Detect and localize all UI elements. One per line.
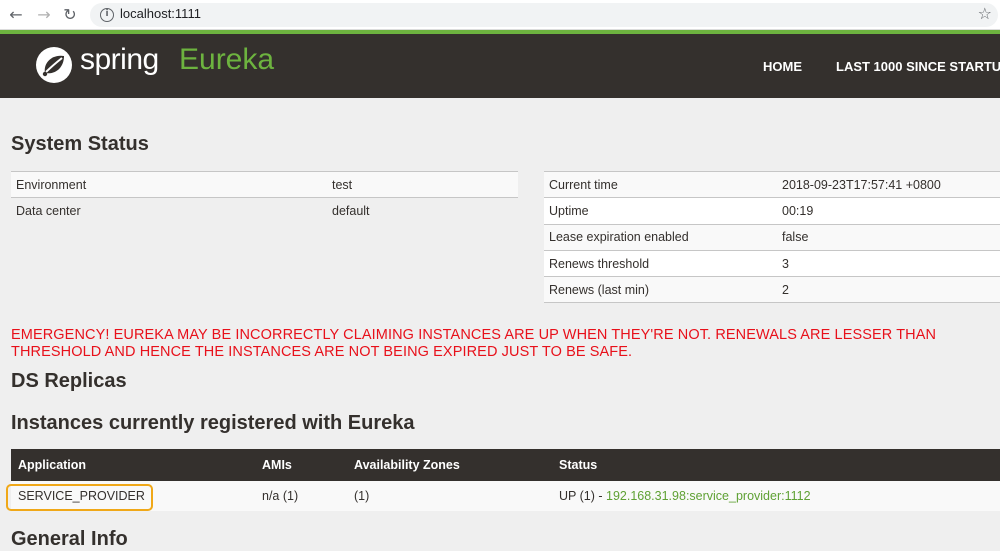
lease-expiration-label: Lease expiration enabled xyxy=(544,223,777,251)
info-icon[interactable]: i xyxy=(100,8,114,22)
env-label: Environment xyxy=(11,170,327,198)
renews-threshold-label: Renews threshold xyxy=(544,249,777,277)
instance-link[interactable]: 192.168.31.98:service_provider:1112 xyxy=(606,489,811,503)
spring-leaf-icon xyxy=(36,47,72,83)
uptime-label: Uptime xyxy=(544,197,777,225)
ds-replicas-title: DS Replicas xyxy=(11,370,127,392)
star-icon[interactable]: ☆ xyxy=(978,4,992,23)
renews-threshold-value: 3 xyxy=(777,249,1000,277)
datacenter-label: Data center xyxy=(11,197,327,225)
general-info-title: General Info xyxy=(11,528,128,550)
url-text[interactable]: localhost:1111 xyxy=(120,6,201,21)
renews-last-min-value: 2 xyxy=(777,276,1000,304)
browser-toolbar: ← → ↻ i localhost:1111 ☆ xyxy=(0,0,1000,30)
uptime-value: 00:19 xyxy=(777,197,1000,225)
column-availability-zones: Availability Zones xyxy=(354,458,460,472)
brand-spring: spring xyxy=(80,43,159,76)
status-cell: UP (1) - 192.168.31.98:service_provider:… xyxy=(559,489,811,503)
env-value: test xyxy=(327,170,518,198)
current-time-label: Current time xyxy=(544,170,777,198)
column-application: Application xyxy=(18,458,87,472)
site-header: spring Eureka HOME LAST 1000 SINCE START… xyxy=(0,34,1000,98)
renews-last-min-label: Renews (last min) xyxy=(544,276,777,304)
instances-title: Instances currently registered with Eure… xyxy=(11,412,415,434)
nav-home-link[interactable]: HOME xyxy=(763,59,802,74)
system-status-title: System Status xyxy=(11,133,149,155)
application-highlight-box xyxy=(6,484,153,511)
current-time-value: 2018-09-23T17:57:41 +0800 xyxy=(777,170,1000,198)
arrow-forward-icon[interactable]: → xyxy=(34,5,54,25)
zones-value: (1) xyxy=(354,489,370,503)
column-amis: AMIs xyxy=(262,458,292,472)
environment-table: Environment test Data center default xyxy=(11,170,518,225)
runtime-status-table: Current time 2018-09-23T17:57:41 +0800 U… xyxy=(544,170,1000,304)
amis-value: n/a (1) xyxy=(262,489,299,503)
nav-last-1000-link[interactable]: LAST 1000 SINCE STARTUP xyxy=(836,59,1000,74)
brand-eureka: Eureka xyxy=(179,43,275,76)
datacenter-value: default xyxy=(327,197,518,225)
status-text: UP (1) - xyxy=(559,489,606,503)
address-bar[interactable]: i localhost:1111 ☆ xyxy=(90,3,998,27)
table-row: SERVICE_PROVIDER n/a (1) (1) UP (1) - 19… xyxy=(11,481,1000,511)
emergency-warning: EMERGENCY! EUREKA MAY BE INCORRECTLY CLA… xyxy=(11,327,937,360)
instances-table-header: Application AMIs Availability Zones Stat… xyxy=(11,449,1000,481)
lease-expiration-value: false xyxy=(777,223,1000,251)
column-status: Status xyxy=(559,458,598,472)
arrow-back-icon[interactable]: ← xyxy=(6,5,26,25)
reload-icon[interactable]: ↻ xyxy=(60,5,80,25)
